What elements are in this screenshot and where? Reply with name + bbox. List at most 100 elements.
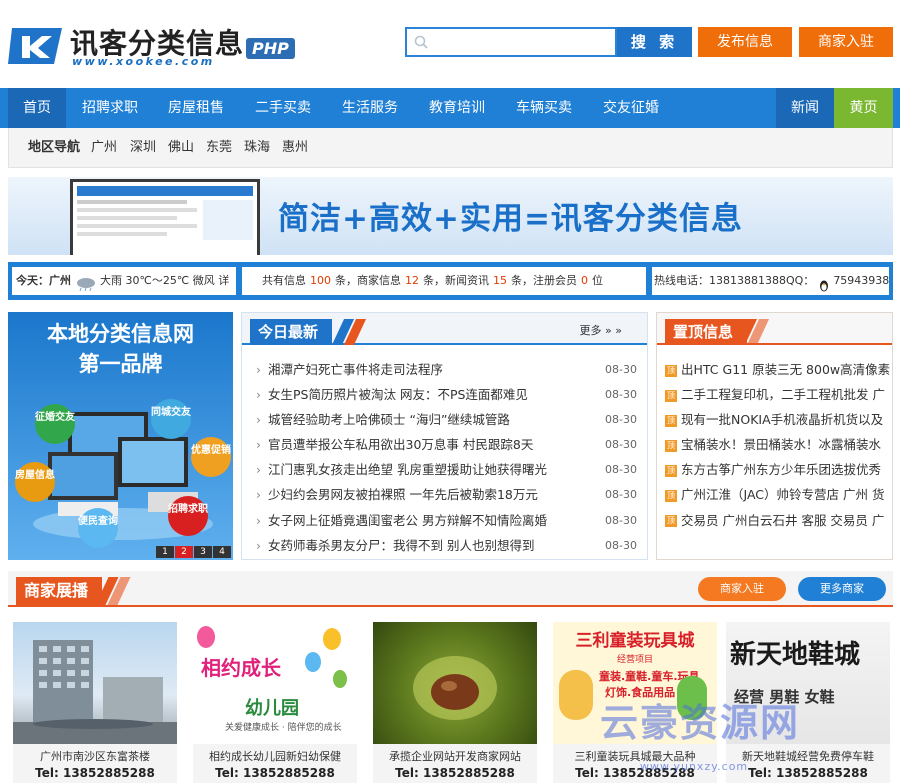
balloon-icon: [333, 670, 347, 688]
top-info-title[interactable]: 交易员 广州白云石井 客服 交易员 广: [681, 513, 884, 528]
chevron-right-icon: ›: [256, 537, 261, 553]
news-date: 08-30: [605, 413, 637, 427]
kinder-sign-line2: 幼儿园: [245, 698, 299, 719]
hero-banner[interactable]: 简洁+高效+实用=讯客分类信息: [8, 177, 893, 255]
building-photo-icon: [13, 640, 177, 744]
latest-news-panel: 今日最新 更多 » » › 湘潭产妇死亡事件将走司法程序 08-30 › 女生PS简历照…: [241, 312, 648, 560]
news-list-item[interactable]: › 少妇约会男网友被拍裸照 一年先后被勒索18万元 08-30: [252, 482, 637, 507]
nav-item-news[interactable]: 新闻: [776, 88, 834, 128]
pager-3[interactable]: 3: [194, 546, 212, 558]
nav-item-education[interactable]: 教育培训: [421, 88, 493, 128]
rain-cloud-icon: [75, 274, 97, 292]
region-city-huizhou[interactable]: 惠州: [282, 128, 308, 168]
news-title[interactable]: 少妇约会男网友被拍裸照 一年先后被勒索18万元: [268, 482, 538, 507]
news-title[interactable]: 湘潭产妇死亡事件将走司法程序: [268, 357, 443, 382]
news-date: 08-30: [605, 538, 637, 552]
post-info-button[interactable]: 发布信息: [698, 27, 792, 57]
news-title[interactable]: 女药师毒杀男友分尸：我得不到 别人也别想得到: [268, 533, 534, 558]
nav-item-vehicles[interactable]: 车辆买卖: [508, 88, 580, 128]
pager-4[interactable]: 4: [213, 546, 231, 558]
news-more-link[interactable]: 更多 » »: [580, 322, 622, 338]
nav-item-housing[interactable]: 房屋租售: [160, 88, 232, 128]
news-title[interactable]: 女生PS简历照片被淘汰 网友：不PS连面都难见: [268, 382, 528, 407]
merchant-card[interactable]: 相约成长 幼儿园 关爱健康成长 · 陪伴您的成长 相约成长幼儿园新妇幼保健 Te…: [193, 622, 357, 783]
top-info-item[interactable]: 顶交易员 广州白云石井 客服 交易员 广: [665, 508, 892, 533]
news-list-item[interactable]: › 女生PS简历照片被淘汰 网友：不PS连面都难见 08-30: [252, 382, 637, 407]
nav-item-jobs[interactable]: 招聘求职: [74, 88, 146, 128]
news-list-item[interactable]: › 湘潭产妇死亡事件将走司法程序 08-30: [252, 357, 637, 382]
merchant-tel: Tel: 13852885288: [35, 766, 155, 780]
merchant-card[interactable]: 承揽企业网站开发商家网站 Tel: 13852885288: [373, 622, 537, 783]
kinder-sign-line1: 相约成长: [201, 656, 281, 680]
top-info-item[interactable]: 顶现有一批NOKIA手机液晶折机货以及: [665, 407, 892, 432]
merchant-join-pill-button[interactable]: 商家入驻: [698, 577, 786, 601]
ad-bubble-local: 同城交友: [151, 399, 191, 439]
nav-item-secondhand[interactable]: 二手买卖: [247, 88, 319, 128]
top-info-title[interactable]: 出HTC G11 原装三无 800w高清像素: [681, 362, 890, 377]
region-city-dongguan[interactable]: 东莞: [206, 128, 232, 168]
member-count: 0: [581, 274, 588, 287]
region-city-shenzhen[interactable]: 深圳: [130, 128, 156, 168]
main-nav: 首页 招聘求职 房屋租售 二手买卖 生活服务 教育培训 车辆买卖 交友征婚 新闻…: [0, 88, 900, 128]
news-list-item[interactable]: › 女药师毒杀男友分尸：我得不到 别人也别想得到 08-30: [252, 533, 637, 558]
news-date: 08-30: [605, 438, 637, 452]
pin-top-icon: 顶: [665, 464, 677, 477]
news-date: 08-30: [605, 488, 637, 502]
top-info-title[interactable]: 二手工程复印机，二手工程机批发 广: [681, 387, 885, 402]
left-ad-carousel[interactable]: 本地分类信息网 第一品牌 征婚交友 同城交友 优惠促销 房屋信息 招聘求职 便民…: [8, 312, 233, 560]
news-list-item[interactable]: › 官员遭举报公车私用欲出30万息事 村民跟踪8天 08-30: [252, 432, 637, 457]
news-list-item[interactable]: › 女子网上征婚竟遇闺蜜老公 男方辩解不知情险离婚 08-30: [252, 508, 637, 533]
banner-slogan: 简洁+高效+实用=讯客分类信息: [278, 201, 743, 237]
top-info-title[interactable]: 东方古筝广州东方少年乐团选拔优秀: [681, 462, 881, 477]
top-info-item[interactable]: 顶出HTC G11 原装三无 800w高清像素: [665, 357, 892, 382]
merchant-name: 相约成长幼儿园新妇幼保健: [209, 750, 341, 763]
top-info-list: 顶出HTC G11 原装三无 800w高清像素顶二手工程复印机，二手工程机批发 …: [665, 357, 892, 533]
site-header: 讯客分类信息 www.xookee.com PHP 搜 索 发布信息 商家入驻: [0, 0, 900, 88]
nav-item-home[interactable]: 首页: [8, 88, 66, 128]
more-merchants-button[interactable]: 更多商家: [798, 577, 886, 601]
ad-bubble-dating: 征婚交友: [35, 404, 75, 444]
news-title[interactable]: 城管经验助考上哈佛硕士 “海归”继续城管路: [268, 407, 510, 432]
top-info-title[interactable]: 广州江淮（JAC）帅铃专营店 广州 货: [681, 487, 884, 502]
stats-text: 共有信息: [262, 274, 306, 287]
merchant-card-image: [13, 622, 177, 744]
top-info-item[interactable]: 顶宝桶装水！景田桶装水！冰露桶装水: [665, 432, 892, 457]
news-title[interactable]: 女子网上征婚竟遇闺蜜老公 男方辩解不知情险离婚: [268, 508, 547, 533]
news-list-item[interactable]: › 城管经验助考上哈佛硕士 “海归”继续城管路 08-30: [252, 407, 637, 432]
search-input[interactable]: [435, 29, 615, 55]
top-info-title[interactable]: 宝桶装水！景田桶装水！冰露桶装水: [681, 437, 881, 452]
merchant-join-button[interactable]: 商家入驻: [799, 27, 893, 57]
region-city-foshan[interactable]: 佛山: [168, 128, 194, 168]
qq-number[interactable]: 75943938: [833, 274, 889, 287]
top-info-item[interactable]: 顶二手工程复印机，二手工程机批发 广: [665, 382, 892, 407]
kinder-sign-subtitle: 关爱健康成长 · 陪伴您的成长: [225, 723, 342, 733]
chevron-right-icon: ›: [256, 462, 261, 478]
news-title[interactable]: 江门惠乳女孩走出绝望 乳房重塑援助让她获得曙光: [268, 457, 547, 482]
pager-1[interactable]: 1: [156, 546, 174, 558]
ad-bubble-jobs: 招聘求职: [168, 496, 208, 536]
top-panel-header: 置顶信息: [657, 313, 892, 345]
balloon-icon: [305, 652, 321, 672]
nav-item-yellowpages[interactable]: 黄页: [834, 88, 893, 128]
top-info-item[interactable]: 顶东方古筝广州东方少年乐团选拔优秀: [665, 457, 892, 482]
top-info-panel: 置顶信息 顶出HTC G11 原装三无 800w高清像素顶二手工程复印机，二手工…: [656, 312, 893, 560]
search-button[interactable]: 搜 索: [617, 27, 692, 57]
region-city-guangzhou[interactable]: 广州: [91, 128, 117, 168]
chevron-right-icon: ›: [256, 362, 261, 377]
region-city-zhuhai[interactable]: 珠海: [244, 128, 270, 168]
hotline-text: 热线电话：13813881388QQ：: [654, 274, 815, 287]
search-box: [405, 27, 617, 57]
top-info-item[interactable]: 顶广州江淮（JAC）帅铃专营店 广州 货: [665, 482, 892, 507]
news-title[interactable]: 官员遭举报公车私用欲出30万息事 村民跟踪8天: [268, 432, 533, 457]
merchant-card[interactable]: 广州市南沙区东富茶楼 Tel: 13852885288: [13, 622, 177, 783]
site-logo[interactable]: 讯客分类信息 www.xookee.com PHP: [8, 22, 298, 72]
nav-item-dating[interactable]: 交友征婚: [595, 88, 667, 128]
region-title: 地区导航: [28, 140, 81, 155]
top-info-title[interactable]: 现有一批NOKIA手机液晶折机货以及: [681, 412, 883, 427]
qq-penguin-icon[interactable]: [818, 275, 830, 292]
weather-widget: 今天：广州 大雨 30℃～25℃ 微风 详: [12, 267, 236, 295]
news-date: 08-30: [605, 463, 637, 477]
pager-2[interactable]: 2: [175, 546, 193, 558]
nav-item-services[interactable]: 生活服务: [334, 88, 406, 128]
news-list-item[interactable]: › 江门惠乳女孩走出绝望 乳房重塑援助让她获得曙光 08-30: [252, 457, 637, 482]
